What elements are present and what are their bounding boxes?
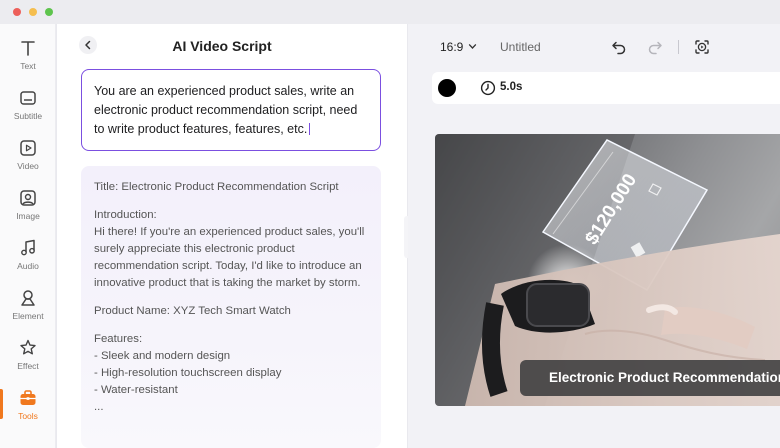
tools-icon xyxy=(20,390,36,405)
more-ellipsis: ... xyxy=(94,401,104,413)
redo-icon[interactable] xyxy=(646,38,664,56)
product-name-line: Product Name: XYZ Tech Smart Watch xyxy=(94,305,291,317)
audio-icon xyxy=(21,239,35,256)
text-cursor xyxy=(309,123,311,135)
clip-toolstrip: 5.0s xyxy=(432,72,780,104)
panel-title: AI Video Script xyxy=(172,38,272,54)
rail-item-image[interactable]: Image xyxy=(0,188,56,232)
minimize-window-button[interactable] xyxy=(29,8,37,16)
zoom-window-button[interactable] xyxy=(45,8,53,16)
background-color-swatch[interactable] xyxy=(438,79,456,97)
rail-item-text[interactable]: Text xyxy=(0,38,56,82)
image-icon xyxy=(20,190,36,206)
intro-heading: Introduction: xyxy=(94,209,157,221)
generated-script[interactable]: Title: Electronic Product Recommendation… xyxy=(81,166,381,448)
rail-label: Element xyxy=(12,311,44,321)
rail-item-tools[interactable]: Tools xyxy=(0,388,56,432)
text-icon xyxy=(21,41,35,56)
effect-icon xyxy=(20,339,36,355)
window-titlebar xyxy=(0,0,780,24)
prompt-text: You are an experienced product sales, wr… xyxy=(94,84,358,136)
caption-text: Electronic Product Recommendation xyxy=(549,370,780,385)
chevron-down-icon[interactable] xyxy=(468,43,477,50)
video-icon xyxy=(20,140,36,156)
rail-label: Text xyxy=(20,61,36,71)
rail-item-video[interactable]: Video xyxy=(0,138,56,182)
rail-item-effect[interactable]: Effect xyxy=(0,338,56,382)
clip-duration[interactable]: 5.0s xyxy=(500,81,522,93)
feature-item: - High-resolution touchscreen display xyxy=(94,367,282,379)
element-icon xyxy=(21,290,35,306)
rail-label: Audio xyxy=(17,261,39,271)
rail-label: Subtitle xyxy=(13,111,43,121)
script-title-line: Title: Electronic Product Recommendation… xyxy=(94,181,339,193)
rail-label: Image xyxy=(16,211,40,221)
rail-item-subtitle[interactable]: Subtitle xyxy=(0,88,56,132)
intro-body: Hi there! If you're an experienced produ… xyxy=(94,226,365,289)
feature-item: - Sleek and modern design xyxy=(94,350,231,362)
aspect-ratio-select[interactable]: 16:9 xyxy=(440,40,463,54)
rail-label: Tools xyxy=(18,411,38,421)
rail-item-audio[interactable]: Audio xyxy=(0,238,56,282)
rail-label: Effect xyxy=(17,361,39,371)
tool-rail: Text Subtitle Video Image Audio Element … xyxy=(0,24,56,448)
rail-item-element[interactable]: Element xyxy=(0,288,56,332)
editor-topbar: 16:9 Untitled xyxy=(408,24,780,68)
subtitle-icon xyxy=(20,91,36,105)
ai-script-panel: AI Video Script You are an experienced p… xyxy=(57,24,407,448)
close-window-button[interactable] xyxy=(13,8,21,16)
toolbar-divider xyxy=(678,40,679,54)
document-title[interactable]: Untitled xyxy=(500,40,541,54)
rail-label: Video xyxy=(17,161,39,171)
prompt-input[interactable]: You are an experienced product sales, wr… xyxy=(81,69,381,151)
feature-item: - Water-resistant xyxy=(94,384,178,396)
features-heading: Features: xyxy=(94,333,143,345)
clock-icon[interactable] xyxy=(480,80,496,96)
editor-area: 16:9 Untitled 5.0s $120,000 Electronic P… xyxy=(408,24,780,448)
undo-icon[interactable] xyxy=(610,38,628,56)
preview-play-icon[interactable] xyxy=(693,38,711,56)
video-preview[interactable]: $120,000 Electronic Product Recommendati… xyxy=(435,134,780,406)
caption-overlay[interactable]: Electronic Product Recommendation xyxy=(520,360,780,396)
